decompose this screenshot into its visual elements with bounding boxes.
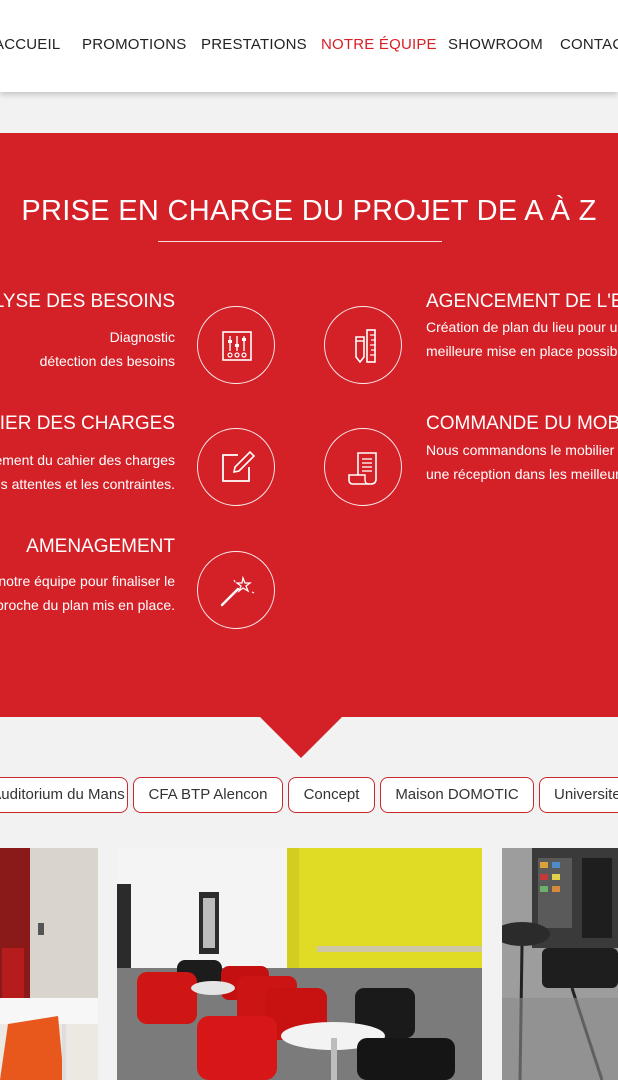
step-icon-circle bbox=[197, 551, 275, 629]
step-desc-cahier: Établissement du cahier des charges selo… bbox=[0, 448, 175, 496]
step-desc-amenagement: Intervention de notre équipe pour finali… bbox=[0, 569, 175, 617]
filter-tab[interactable]: CFA BTP Alencon bbox=[133, 777, 283, 813]
cafeteria-photo bbox=[502, 848, 618, 1080]
gallery-photo[interactable] bbox=[502, 848, 618, 1080]
step-desc-line: meilleure mise en place possible. bbox=[426, 343, 618, 359]
top-navigation: ACCUEIL PROMOTIONS PRESTATIONS NOTRE ÉQU… bbox=[0, 0, 618, 92]
step-title-cahier: CAHIER DES CHARGES bbox=[0, 413, 175, 434]
process-section: PRISE EN CHARGE DU PROJET DE A À Z ANALY… bbox=[0, 133, 618, 717]
sliders-icon bbox=[222, 331, 252, 361]
nav-prestations[interactable]: PRESTATIONS bbox=[201, 36, 307, 53]
office-photo bbox=[0, 848, 98, 1080]
section-title: PRISE EN CHARGE DU PROJET DE A À Z bbox=[21, 195, 597, 227]
step-icon-circle bbox=[324, 306, 402, 384]
gallery-photo[interactable] bbox=[117, 848, 482, 1080]
scroll-icon bbox=[348, 452, 377, 485]
step-icon-circle bbox=[197, 428, 275, 506]
step-desc-commande: Nous commandons le mobilier pour une réc… bbox=[426, 438, 618, 486]
nav-showroom[interactable]: SHOWROOM bbox=[448, 36, 543, 53]
filter-tab[interactable]: Concept bbox=[288, 777, 375, 813]
filter-tab[interactable]: Auditorium du Mans bbox=[0, 777, 128, 813]
magic-wand-icon bbox=[220, 575, 255, 607]
nav-contact[interactable]: CONTACT bbox=[560, 36, 618, 53]
section-pointer bbox=[259, 716, 343, 758]
nav-accueil[interactable]: ACCUEIL bbox=[0, 36, 60, 53]
step-title-amenagement: AMENAGEMENT bbox=[26, 536, 175, 557]
edit-icon bbox=[222, 450, 256, 482]
gallery-photo[interactable] bbox=[0, 848, 98, 1080]
step-desc-line: Établissement du cahier des charges bbox=[0, 452, 175, 468]
title-divider bbox=[158, 241, 442, 242]
step-desc-line: Diagnostic bbox=[109, 329, 175, 345]
step-desc-line: une réception dans les meilleurs délais. bbox=[426, 466, 618, 482]
step-title-agencement: AGENCEMENT DE L'ESPACE bbox=[426, 291, 618, 312]
step-title-commande: COMMANDE DU MOBILIER bbox=[426, 413, 618, 434]
step-desc-line: Création de plan du lieu pour une bbox=[426, 319, 618, 335]
filter-tab[interactable]: Universite bbox=[539, 777, 618, 813]
filter-tab[interactable]: Maison DOMOTIC bbox=[380, 777, 534, 813]
step-desc-analyse: Diagnostic détection des besoins bbox=[40, 325, 175, 373]
step-desc-agencement: Création de plan du lieu pour une meille… bbox=[426, 315, 618, 363]
step-desc-line: détection des besoins bbox=[39, 353, 175, 369]
nav-promotions[interactable]: PROMOTIONS bbox=[82, 36, 187, 53]
step-desc-line: projet au plus proche du plan mis en pla… bbox=[0, 597, 175, 613]
step-desc-line: Intervention de notre équipe pour finali… bbox=[0, 573, 175, 589]
step-icon-circle bbox=[197, 306, 275, 384]
step-desc-line: selon vos attentes et les contraintes. bbox=[0, 476, 175, 492]
lounge-photo bbox=[117, 848, 482, 1080]
nav-notre-equipe[interactable]: NOTRE ÉQUIPE bbox=[321, 36, 437, 53]
step-icon-circle bbox=[324, 428, 402, 506]
step-title-analyse: ANALYSE DES BESOINS bbox=[0, 291, 175, 312]
pencil-ruler-icon bbox=[355, 329, 376, 364]
step-desc-line: Nous commandons le mobilier pour bbox=[426, 442, 618, 458]
